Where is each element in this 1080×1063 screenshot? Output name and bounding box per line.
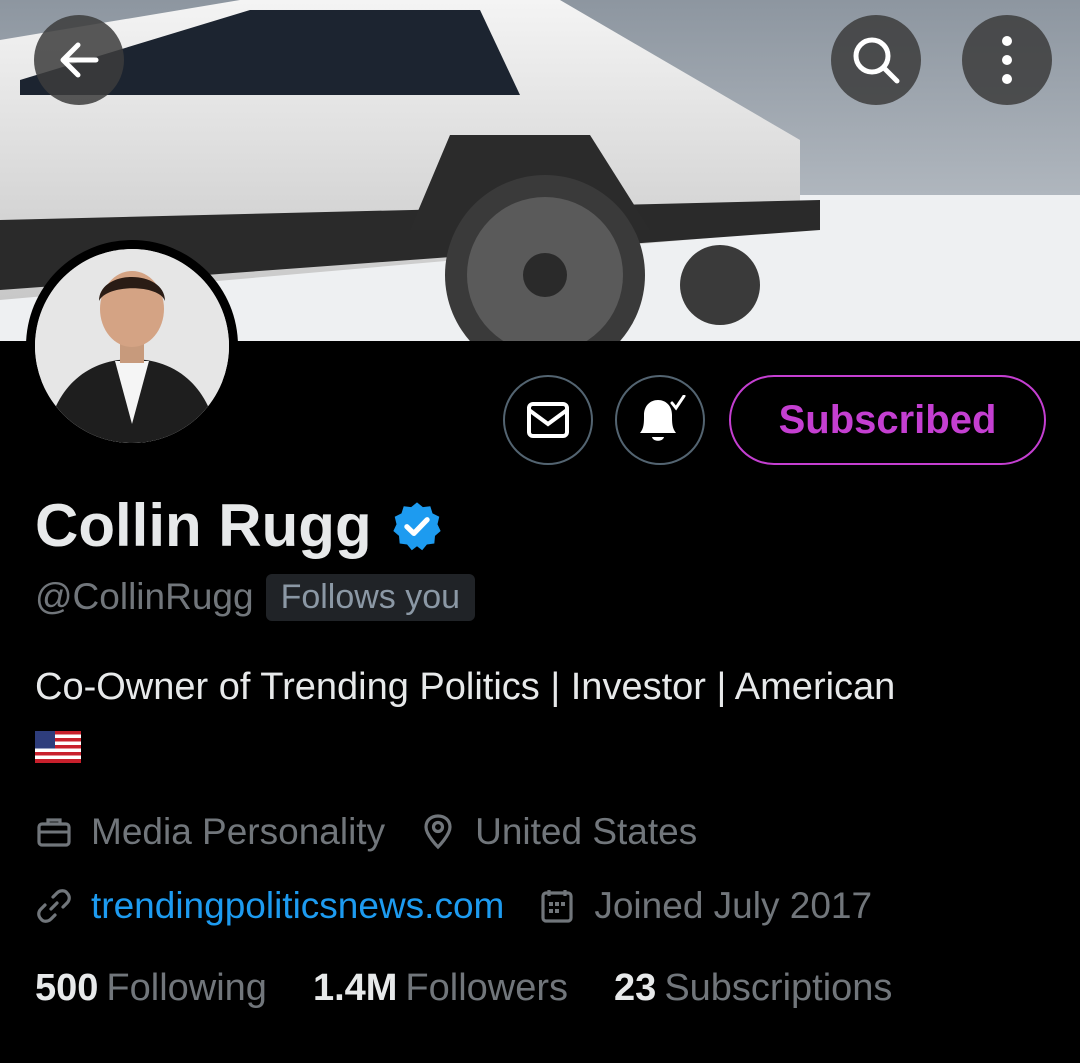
website-link[interactable]: trendingpoliticsnews.com	[91, 885, 504, 927]
location-item: United States	[419, 811, 697, 853]
profile-name-row: Collin Rugg	[35, 491, 444, 560]
bell-check-icon	[640, 395, 686, 441]
location-pin-icon	[424, 814, 452, 850]
arrow-left-icon	[60, 42, 99, 78]
link-icon	[37, 889, 71, 923]
profile-meta-row: Media Personality United States	[35, 808, 731, 856]
following-stat[interactable]: 500 Following	[35, 967, 267, 1010]
avatar[interactable]	[26, 240, 238, 452]
profile-meta-row-2: trendingpoliticsnews.com Joined July 201…	[35, 882, 906, 930]
mail-icon	[527, 402, 569, 438]
profile-name: Collin Rugg	[35, 492, 372, 559]
more-options-button[interactable]	[962, 15, 1052, 105]
calendar-icon	[541, 890, 573, 923]
briefcase-icon	[37, 818, 71, 847]
avatar-image	[35, 249, 229, 443]
notifications-button[interactable]	[615, 375, 705, 465]
subscriptions-count: 23	[614, 967, 657, 1009]
profile-stats: 500 Following 1.4M Followers 23 Subscriptio…	[35, 967, 938, 1010]
more-vertical-icon	[1002, 36, 1012, 84]
followers-label: Followers	[405, 967, 569, 1009]
us-flag-icon	[35, 730, 81, 763]
followers-stat[interactable]: 1.4M Followers	[313, 967, 568, 1010]
profile-bio: Co-Owner of Trending Politics | Investor…	[35, 660, 1035, 770]
following-count: 500	[35, 967, 99, 1009]
joined-text: Joined July 2017	[594, 885, 873, 926]
subscriptions-label: Subscriptions	[664, 967, 893, 1009]
joined-item: Joined July 2017	[538, 885, 872, 927]
bio-text: Co-Owner of Trending Politics | Investor…	[35, 666, 896, 708]
category-text: Media Personality	[91, 811, 386, 852]
message-button[interactable]	[503, 375, 593, 465]
category-item: Media Personality	[35, 811, 385, 853]
follows-you-badge: Follows you	[265, 573, 476, 621]
location-text: United States	[475, 811, 698, 852]
website-item[interactable]: trendingpoliticsnews.com	[35, 885, 504, 927]
subscribed-button[interactable]: Subscribed	[729, 375, 1046, 465]
back-button[interactable]	[34, 15, 124, 105]
search-button[interactable]	[831, 15, 921, 105]
profile-handle: @CollinRugg	[35, 576, 254, 617]
search-icon	[853, 37, 900, 84]
following-label: Following	[106, 967, 267, 1009]
handle-row: @CollinRugg Follows you	[35, 572, 476, 622]
verified-badge-icon[interactable]	[390, 499, 444, 553]
followers-count: 1.4M	[312, 967, 398, 1009]
subscriptions-stat[interactable]: 23 Subscriptions	[614, 967, 892, 1010]
